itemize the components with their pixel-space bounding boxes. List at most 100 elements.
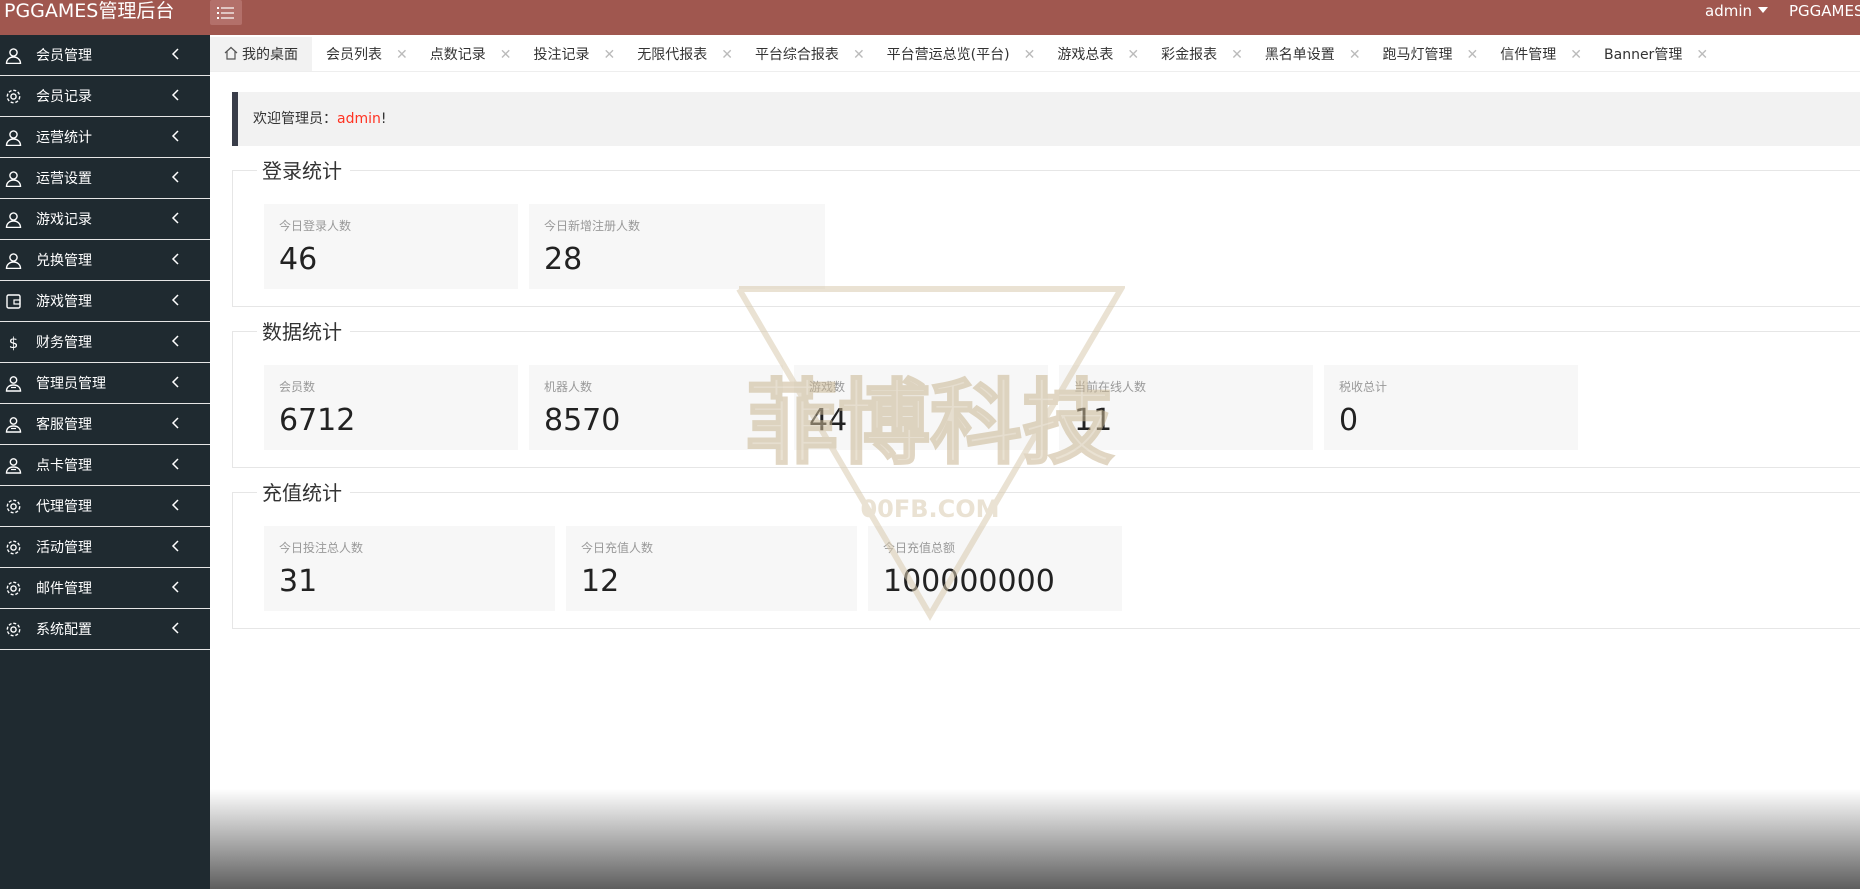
close-icon[interactable]: ✕ [1024, 37, 1036, 71]
sidebar-item-label: 运营设置 [36, 171, 92, 187]
sidebar-item-icon [4, 292, 22, 310]
wallet-icon [5, 293, 21, 309]
site-name-link[interactable]: PGGAMES [1789, 0, 1860, 22]
stat-label: 今日充值人数 [581, 541, 654, 555]
sidebar-item-label: 兑换管理 [36, 253, 92, 269]
tab[interactable]: 平台综合报表 ✕ [741, 37, 873, 71]
sidebar-item[interactable]: $ 财务管理 [0, 322, 210, 363]
close-icon[interactable]: ✕ [603, 37, 615, 71]
sidebar-item[interactable]: 客服管理 [0, 404, 210, 445]
stat-card-today-rechargers: 今日充值人数 12 [566, 526, 857, 611]
welcome-admin-name: admin [337, 111, 381, 127]
sidebar-item[interactable]: 活动管理 [0, 527, 210, 568]
tab[interactable]: Banner管理 ✕ [1590, 37, 1716, 71]
sidebar-item[interactable]: 游戏记录 [0, 199, 210, 240]
gear-icon [6, 499, 20, 513]
sidebar-item[interactable]: 运营统计 [0, 117, 210, 158]
stat-value: 6712 [279, 403, 356, 438]
menu-toggle-button[interactable] [210, 0, 242, 25]
tab[interactable]: 会员列表 ✕ [312, 37, 416, 71]
sidebar-item-icon [4, 210, 22, 228]
tab[interactable]: 黑名单设置 ✕ [1251, 37, 1369, 71]
sidebar-item[interactable]: 运营设置 [0, 158, 210, 199]
sidebar-item[interactable]: 点卡管理 [0, 445, 210, 486]
stat-value: 0 [1339, 403, 1359, 438]
data-stats-section: 数据统计 会员数 6712 机器人数 8570 游戏数 44 当前在线人数 11… [232, 319, 1860, 468]
close-icon[interactable]: ✕ [1349, 37, 1361, 71]
svg-text:$: $ [8, 334, 18, 351]
main-content: 欢迎管理员：admin! 登录统计 今日登录人数 46 今日新增注册人数 28 … [210, 72, 1860, 889]
close-icon[interactable]: ✕ [396, 37, 408, 71]
stat-card-games: 游戏数 44 [794, 365, 1048, 450]
chevron-left-icon [171, 253, 179, 265]
stat-label: 机器人数 [544, 380, 593, 394]
stat-label: 今日登录人数 [279, 219, 352, 233]
tab[interactable]: 投注记录 ✕ [519, 37, 623, 71]
chevron-left-icon [171, 212, 179, 224]
tab[interactable]: 无限代报表 ✕ [623, 37, 741, 71]
user-group-icon [5, 375, 21, 392]
sidebar-item[interactable]: 邮件管理 [0, 568, 210, 609]
stat-value: 46 [279, 242, 318, 277]
chevron-left-icon [171, 458, 179, 470]
chevron-left-icon [171, 622, 179, 634]
close-icon[interactable]: ✕ [853, 37, 865, 71]
sidebar-item[interactable]: 系统配置 [0, 609, 210, 650]
stat-card-today-register: 今日新增注册人数 28 [529, 204, 825, 289]
sidebar-item-label: 会员管理 [36, 48, 92, 64]
close-icon[interactable]: ✕ [1231, 37, 1243, 71]
close-icon[interactable]: ✕ [1696, 37, 1708, 71]
sidebar-item-icon [4, 415, 22, 433]
sidebar-item[interactable]: 会员管理 [0, 35, 210, 76]
list-icon [217, 6, 234, 19]
sidebar-item-label: 会员记录 [36, 89, 92, 105]
sidebar-item[interactable]: 游戏管理 [0, 281, 210, 322]
close-icon[interactable]: ✕ [1127, 37, 1139, 71]
stat-label: 今日投注总人数 [279, 541, 364, 555]
tab-label: 跑马灯管理 [1382, 47, 1453, 63]
sidebar-item[interactable]: 兑换管理 [0, 240, 210, 281]
stat-value: 31 [279, 564, 318, 599]
sidebar-item[interactable]: 代理管理 [0, 486, 210, 527]
chevron-left-icon [171, 376, 179, 388]
tab[interactable]: 跑马灯管理 ✕ [1369, 37, 1487, 71]
tab-label: 黑名单设置 [1264, 47, 1335, 63]
sidebar-item-icon [4, 169, 22, 187]
tab-label: 我的桌面 [242, 47, 298, 63]
tab-label: 投注记录 [533, 47, 590, 63]
stat-value: 44 [809, 403, 848, 438]
app-logo[interactable]: PGGAMES管理后台 [4, 0, 174, 22]
sidebar-item-icon [4, 497, 22, 515]
stat-card-robots: 机器人数 8570 [529, 365, 783, 450]
recharge-stats-section: 充值统计 今日投注总人数 31 今日充值人数 12 今日充值总额 1000000… [232, 480, 1860, 629]
sidebar-item[interactable]: 管理员管理 [0, 363, 210, 404]
sidebar-item[interactable]: 会员记录 [0, 76, 210, 117]
close-icon[interactable]: ✕ [500, 37, 512, 71]
stat-label: 游戏数 [809, 380, 846, 394]
user-menu[interactable]: admin [1705, 0, 1768, 22]
tab[interactable]: 点数记录 ✕ [416, 37, 520, 71]
tab[interactable]: 游戏总表 ✕ [1043, 37, 1147, 71]
close-icon[interactable]: ✕ [1467, 37, 1479, 71]
tab[interactable]: 信件管理 ✕ [1486, 37, 1590, 71]
tab[interactable]: 彩金报表 ✕ [1147, 37, 1251, 71]
close-icon[interactable]: ✕ [721, 37, 733, 71]
welcome-banner: 欢迎管理员：admin! [232, 92, 1860, 146]
sidebar-item-icon [4, 46, 22, 64]
stat-value: 28 [544, 242, 583, 277]
tab-label: 平台综合报表 [754, 47, 839, 63]
tab-home[interactable]: 我的桌面 [210, 35, 312, 71]
sidebar-item-icon [4, 374, 22, 392]
close-icon[interactable]: ✕ [1570, 37, 1582, 71]
chevron-left-icon [171, 171, 179, 183]
welcome-prefix: 欢迎管理员： [253, 111, 337, 127]
user-icon [5, 170, 21, 187]
user-name: admin [1705, 2, 1752, 20]
tab[interactable]: 平台营运总览(平台) ✕ [873, 37, 1044, 71]
chevron-left-icon [171, 499, 179, 511]
stat-label: 今日充值总额 [883, 541, 956, 555]
stat-card-today-bettors: 今日投注总人数 31 [264, 526, 555, 611]
chevron-left-icon [171, 89, 179, 101]
user-icon [5, 211, 21, 228]
home-icon [224, 46, 238, 60]
